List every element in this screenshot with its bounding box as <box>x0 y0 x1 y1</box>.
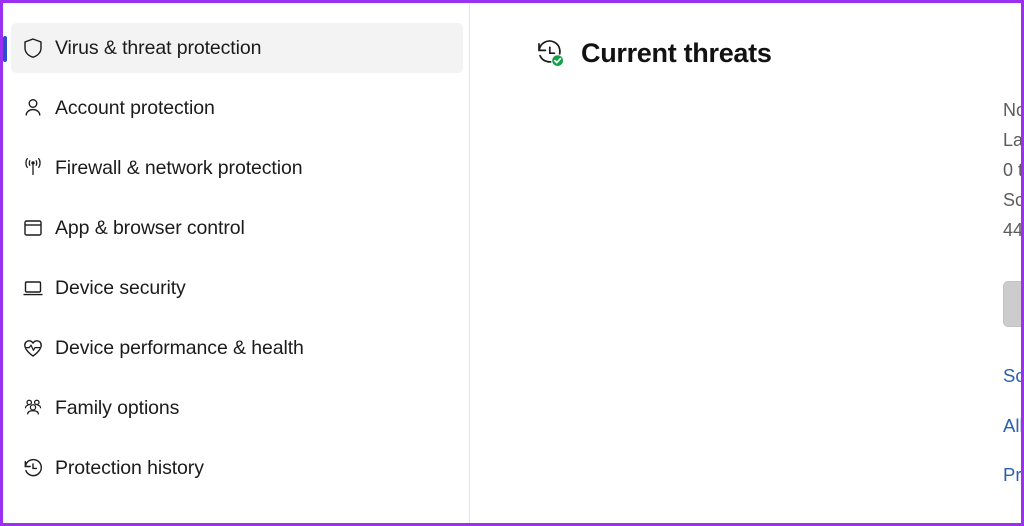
selection-indicator <box>3 36 7 62</box>
status-line-scan-duration: Scan lasted 4 minutes 9 seconds <box>1003 190 1024 210</box>
protection-history-link[interactable]: Protection history <box>1003 464 1021 486</box>
status-line-files-scanned: 44224 files scanned. <box>1003 220 1024 240</box>
sidebar-item-protection-history[interactable]: Protection history <box>11 443 463 493</box>
sidebar-item-device-performance-health[interactable]: Device performance & health <box>11 323 463 373</box>
page-title: Current threats <box>581 37 772 68</box>
sidebar-item-label: Firewall & network protection <box>55 156 303 179</box>
sidebar-item-device-security[interactable]: Device security <box>11 263 463 313</box>
heart-pulse-icon <box>11 336 55 360</box>
sidebar-item-firewall-network-protection[interactable]: Firewall & network protection <box>11 143 463 193</box>
sidebar-item-label: Account protection <box>55 96 215 119</box>
people-group-icon <box>11 396 55 420</box>
sidebar-item-label: Device performance & health <box>55 336 304 359</box>
person-icon <box>11 96 55 120</box>
sidebar-item-account-protection[interactable]: Account protection <box>11 83 463 133</box>
threat-status-block: No current threats. Last scan: 06-10-202… <box>1003 95 1024 245</box>
sidebar-item-label: Family options <box>55 396 180 419</box>
quick-scan-button[interactable]: Quick scan <box>1003 281 1021 327</box>
history-clock-check-icon <box>533 36 567 70</box>
wireless-signal-icon <box>11 156 55 180</box>
sidebar-item-label: Virus & threat protection <box>55 36 262 59</box>
app-window-icon <box>11 216 55 240</box>
laptop-icon <box>11 276 55 300</box>
sidebar-item-label: Device security <box>55 276 186 299</box>
status-line-last-scan: Last scan: 06-10-2023 15:01 (quick scan) <box>1003 130 1024 150</box>
sidebar-item-virus-threat-protection[interactable]: Virus & threat protection <box>3 23 463 73</box>
allowed-threats-link[interactable]: Allowed threats <box>1003 415 1021 437</box>
shield-icon <box>11 36 55 60</box>
windows-security-window: Virus & threat protection Account protec… <box>0 0 1024 526</box>
page-header: Current threats <box>533 36 772 70</box>
sidebar-item-family-options[interactable]: Family options <box>11 383 463 433</box>
sidebar-item-label: App & browser control <box>55 216 245 239</box>
history-clock-icon <box>11 456 55 480</box>
main-content-panel: Current threats No current threats. Last… <box>471 3 1024 523</box>
sidebar-item-label: Protection history <box>55 456 204 479</box>
status-line-threats-found: 0 threat(s) found. <box>1003 160 1024 180</box>
status-line-no-threats: No current threats. <box>1003 100 1024 120</box>
sidebar-navigation: Virus & threat protection Account protec… <box>3 3 470 523</box>
scan-options-link[interactable]: Scan options <box>1003 365 1021 387</box>
sidebar-item-app-browser-control[interactable]: App & browser control <box>11 203 463 253</box>
